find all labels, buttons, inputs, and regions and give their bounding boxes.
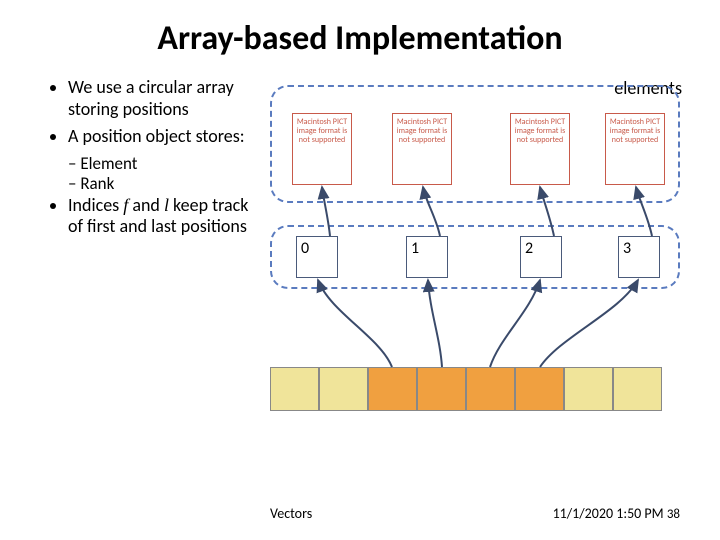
array-cell [368, 367, 417, 411]
array-cell [270, 367, 319, 411]
slide-title: Array-based Implementation [0, 0, 720, 59]
array-cell [515, 367, 564, 411]
array-cell [417, 367, 466, 411]
array-cell [564, 367, 613, 411]
sub-bullet-1: Element [68, 154, 260, 174]
bullet-3: Indices f and l keep track of first and … [68, 195, 260, 238]
array-row [270, 367, 662, 411]
array-cell [319, 367, 368, 411]
array-cell [466, 367, 515, 411]
element-box: Macintosh PICT image format is not suppo… [292, 113, 352, 185]
element-box: Macintosh PICT image format is not suppo… [392, 113, 452, 185]
position-box: 0 [296, 236, 338, 278]
footer-label: Vectors [270, 505, 312, 522]
element-box: Macintosh PICT image format is not suppo… [510, 113, 570, 185]
position-box: 3 [618, 236, 660, 278]
element-box: Macintosh PICT image format is not suppo… [605, 113, 665, 185]
bullet-list: We use a circular array storing position… [50, 77, 260, 467]
bullet-1: We use a circular array storing position… [68, 77, 260, 120]
position-box: 1 [406, 236, 448, 278]
position-box: 2 [520, 236, 562, 278]
sub-bullet-2: Rank [68, 174, 260, 194]
diagram-area: elements Macintosh PICT image format is … [260, 77, 700, 467]
bullet-2: A position object stores: [68, 126, 260, 148]
footer-right: 11/1/2020 1:50 PM 38 [553, 505, 680, 522]
slide-footer: Vectors 11/1/2020 1:50 PM 38 [0, 505, 720, 522]
array-cell [613, 367, 662, 411]
